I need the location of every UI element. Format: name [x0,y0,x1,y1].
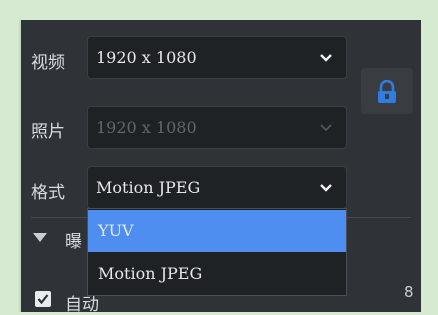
photo-resolution-select: 1920 x 1080 [87,106,347,149]
format-option-label: YUV [98,221,134,240]
format-select[interactable]: Motion JPEG [87,166,347,209]
triangle-down-icon[interactable] [33,233,47,242]
video-label: 视频 [31,53,65,73]
photo-label: 照片 [31,122,65,142]
chevron-down-icon [320,54,332,62]
chevron-down-icon [320,124,332,132]
format-option-yuv[interactable]: YUV [88,210,346,252]
lock-icon [378,80,396,103]
lock-aspect-button[interactable] [361,68,413,114]
video-resolution-select[interactable]: 1920 x 1080 [87,36,347,79]
format-option-label: Motion JPEG [98,264,203,283]
format-label: 格式 [31,183,65,203]
section-label: 曝 [65,232,82,252]
auto-checkbox[interactable] [35,291,51,307]
value-readout: 8 [404,283,414,301]
format-dropdown-list: YUV Motion JPEG [87,208,347,296]
camera-settings-panel: 视频 1920 x 1080 照片 1920 x 1080 格式 Motion … [19,20,421,315]
format-value: Motion JPEG [96,178,201,197]
video-resolution-value: 1920 x 1080 [96,48,197,67]
photo-resolution-value: 1920 x 1080 [96,118,197,137]
checkmark-icon [37,294,49,305]
format-option-motion-jpeg[interactable]: Motion JPEG [88,253,346,295]
chevron-down-icon [320,184,332,192]
